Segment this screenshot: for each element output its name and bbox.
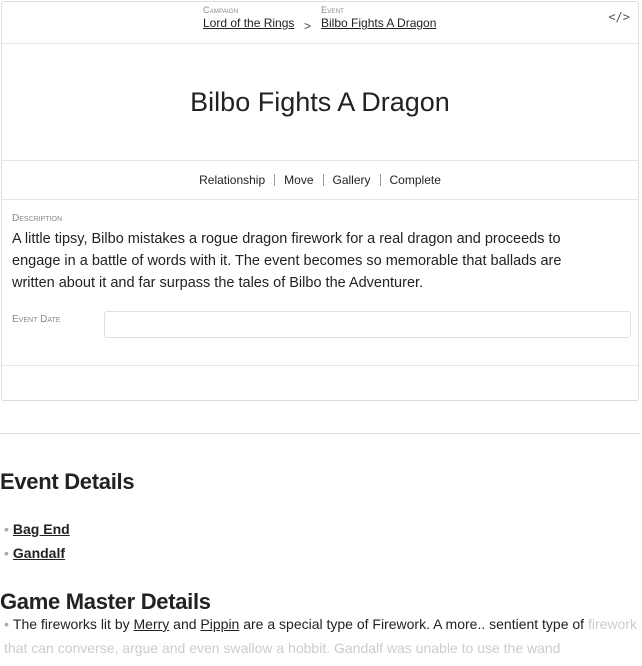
location-link[interactable]: Bag End: [13, 521, 70, 537]
character-link[interactable]: Gandalf: [13, 545, 65, 561]
campaign-link[interactable]: Lord of the Rings: [203, 16, 294, 30]
breadcrumb-event: Event Bilbo Fights A Dragon: [321, 5, 436, 30]
title-section: Bilbo Fights A Dragon: [2, 44, 638, 161]
breadcrumb: Campaign Lord of the Rings > Event Bilbo…: [2, 2, 638, 44]
list-item: • Gandalf: [4, 541, 70, 565]
card-divider: [2, 365, 638, 366]
campaign-label: Campaign: [203, 5, 239, 15]
code-icon[interactable]: </>: [608, 10, 630, 24]
section-divider: [0, 433, 640, 434]
bullet-icon: •: [4, 521, 9, 537]
event-date-field[interactable]: [104, 311, 631, 338]
bullet-icon: •: [4, 545, 9, 561]
description-label: Description: [12, 213, 63, 224]
breadcrumb-separator: >: [304, 19, 312, 33]
event-details-heading: Event Details: [0, 469, 135, 494]
event-card: Campaign Lord of the Rings > Event Bilbo…: [1, 1, 639, 401]
gm-text-segment: and: [169, 616, 201, 632]
breadcrumb-campaign: Campaign Lord of the Rings: [203, 5, 294, 30]
bullet-icon: •: [4, 616, 9, 632]
action-bar: Relationship Move Gallery Complete: [2, 161, 638, 200]
relationship-action[interactable]: Relationship: [190, 173, 274, 187]
list-item: • Bag End: [4, 517, 70, 541]
merry-link[interactable]: Merry: [134, 616, 170, 632]
event-link[interactable]: Bilbo Fights A Dragon: [321, 16, 436, 30]
event-label: Event: [321, 5, 345, 15]
page-title: Bilbo Fights A Dragon: [190, 86, 450, 117]
event-details-list: • Bag End • Gandalf: [4, 517, 70, 565]
gm-text-segment: The fireworks lit by: [12, 616, 134, 632]
description-text: A little tipsy, Bilbo mistakes a rogue d…: [12, 231, 562, 291]
complete-action[interactable]: Complete: [381, 173, 450, 187]
event-date-label: Event Date: [12, 314, 61, 325]
move-action[interactable]: Move: [275, 173, 322, 187]
gallery-action[interactable]: Gallery: [324, 173, 380, 187]
pippin-link[interactable]: Pippin: [200, 616, 239, 632]
gm-text-segment: are a special type of Firework. A more..…: [239, 616, 585, 632]
gm-details-text: • The fireworks lit by Merry and Pippin a…: [4, 612, 640, 660]
